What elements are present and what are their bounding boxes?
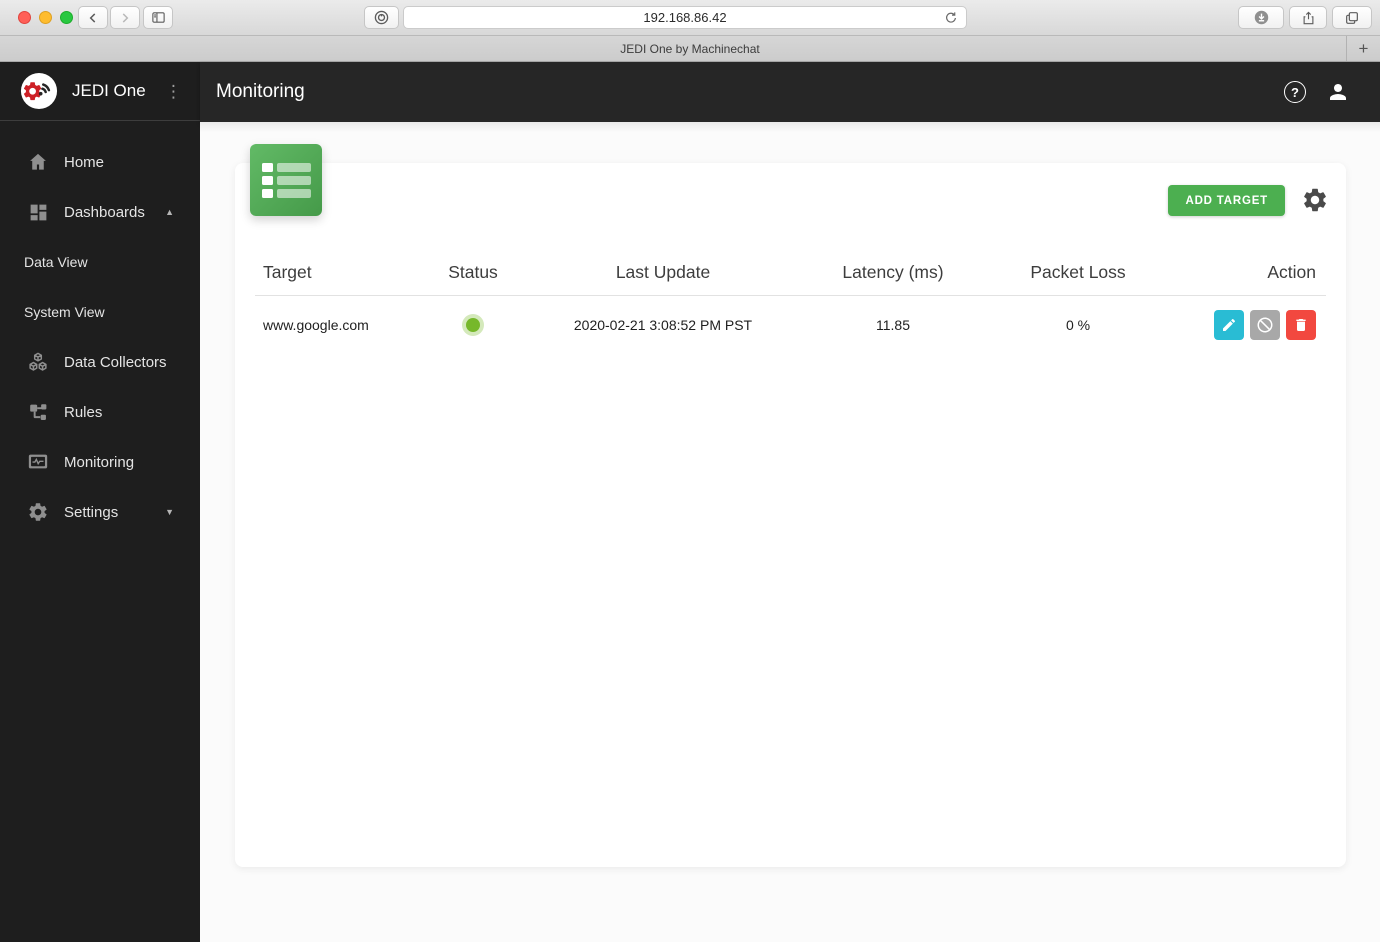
page-title: Monitoring: [216, 81, 305, 102]
edit-button[interactable]: [1214, 309, 1244, 340]
sidebar-item-data-view[interactable]: Data View: [0, 237, 200, 287]
last-update-cell: 2020-02-21 3:08:52 PM PST: [573, 316, 753, 333]
browser-titlebar: 192.168.86.42: [0, 0, 1380, 36]
onepassword-icon: [373, 9, 390, 26]
sidebar-panel-icon: [150, 10, 167, 25]
download-icon: [1253, 9, 1270, 26]
delete-button[interactable]: [1286, 309, 1316, 340]
disable-button[interactable]: [1250, 309, 1280, 340]
share-icon: [1301, 10, 1316, 26]
address-bar[interactable]: 192.168.86.42: [403, 6, 967, 29]
sidebar-item-label: Data Collectors: [64, 353, 167, 371]
column-header-latency: Latency (ms): [842, 261, 944, 282]
column-header-status: Status: [448, 261, 498, 282]
latency-cell: 11.85: [876, 316, 910, 333]
new-tab-button[interactable]: +: [1346, 36, 1380, 61]
chevron-left-icon: [86, 11, 100, 25]
zoom-window-button[interactable]: [60, 11, 73, 24]
sidebar-item-monitoring[interactable]: Monitoring: [0, 437, 200, 487]
column-header-target: Target: [263, 261, 312, 282]
sidebar-item-rules[interactable]: Rules: [0, 387, 200, 437]
sidebar-item-label: Data View: [24, 254, 88, 270]
chevron-right-icon: [118, 11, 132, 25]
brand-title: JEDI One: [72, 81, 146, 100]
cubes-icon: [26, 351, 50, 373]
sidebar-item-label: Settings: [64, 503, 119, 521]
url-text: 192.168.86.42: [643, 10, 727, 25]
block-icon: [1256, 316, 1274, 334]
monitoring-icon: [26, 451, 50, 473]
home-icon: [26, 151, 50, 173]
help-icon[interactable]: ?: [1284, 81, 1306, 103]
caret-up-icon: ▲: [165, 207, 174, 217]
settings-gear-icon[interactable]: [1301, 186, 1329, 214]
trash-icon: [1293, 317, 1309, 333]
column-header-last-update: Last Update: [615, 261, 711, 282]
sidebar-item-settings[interactable]: Settings ▼: [0, 487, 200, 537]
monitoring-card: ADD TARGET Target Status Last Update Lat…: [235, 163, 1346, 867]
caret-down-icon: ▼: [165, 507, 174, 517]
table-header-row: Target Status Last Update Latency (ms) P…: [255, 249, 1326, 296]
target-cell: www.google.com: [263, 316, 369, 333]
sidebar-toggle-button[interactable]: [143, 6, 173, 29]
column-header-packet-loss: Packet Loss: [1030, 261, 1126, 282]
pencil-icon: [1221, 317, 1237, 333]
main-content: ADD TARGET Target Status Last Update Lat…: [200, 122, 1380, 942]
tabs-icon: [1344, 10, 1360, 26]
sidebar: JEDI One ⋮ Home Dashboards ▲ Data View S…: [0, 62, 200, 942]
sidebar-item-label: System View: [24, 304, 105, 320]
tab-overview-button[interactable]: [1332, 6, 1372, 29]
dashboard-icon: [26, 202, 50, 223]
jedi-one-logo: [20, 72, 58, 110]
sidebar-item-label: Monitoring: [64, 453, 135, 471]
action-cell: [1163, 309, 1316, 340]
targets-table: Target Status Last Update Latency (ms) P…: [255, 249, 1326, 353]
sidebar-divider: [0, 120, 200, 121]
add-target-button[interactable]: ADD TARGET: [1168, 185, 1285, 216]
minimize-window-button[interactable]: [39, 11, 52, 24]
window-controls: [18, 11, 73, 24]
sidebar-item-system-view[interactable]: System View: [0, 287, 200, 337]
sidebar-item-label: Home: [64, 153, 105, 171]
status-cell: [413, 313, 533, 336]
reload-icon[interactable]: [943, 10, 959, 26]
packet-loss-cell: 0 %: [1065, 316, 1091, 333]
sidebar-item-data-collectors[interactable]: Data Collectors: [0, 337, 200, 387]
kebab-menu-icon[interactable]: ⋮: [165, 83, 182, 100]
plus-icon: +: [1358, 38, 1369, 58]
tab-title[interactable]: JEDI One by Machinechat: [620, 42, 759, 56]
list-icon: [261, 162, 311, 198]
status-indicator: [462, 313, 484, 336]
sidebar-item-label: Rules: [64, 403, 103, 421]
close-window-button[interactable]: [18, 11, 31, 24]
table-row: www.google.com 2020-02-21 3:08:52 PM PST…: [255, 296, 1326, 353]
column-header-action: Action: [1267, 261, 1316, 282]
app-header: Monitoring ?: [200, 62, 1380, 122]
forward-button[interactable]: [110, 6, 140, 29]
sidebar-item-dashboards[interactable]: Dashboards ▲: [0, 187, 200, 237]
browser-tab-bar: JEDI One by Machinechat +: [0, 36, 1380, 62]
sidebar-item-home[interactable]: Home: [0, 137, 200, 187]
brand-header: JEDI One ⋮: [0, 62, 200, 120]
password-extension-button[interactable]: [364, 6, 399, 29]
sidebar-item-label: Dashboards: [64, 203, 145, 221]
monitoring-list-tile: [250, 144, 322, 216]
rules-flow-icon: [26, 402, 50, 423]
downloads-button[interactable]: [1238, 6, 1284, 29]
account-icon[interactable]: [1326, 80, 1350, 104]
back-button[interactable]: [78, 6, 108, 29]
share-button[interactable]: [1289, 6, 1327, 29]
gear-icon: [26, 501, 50, 523]
